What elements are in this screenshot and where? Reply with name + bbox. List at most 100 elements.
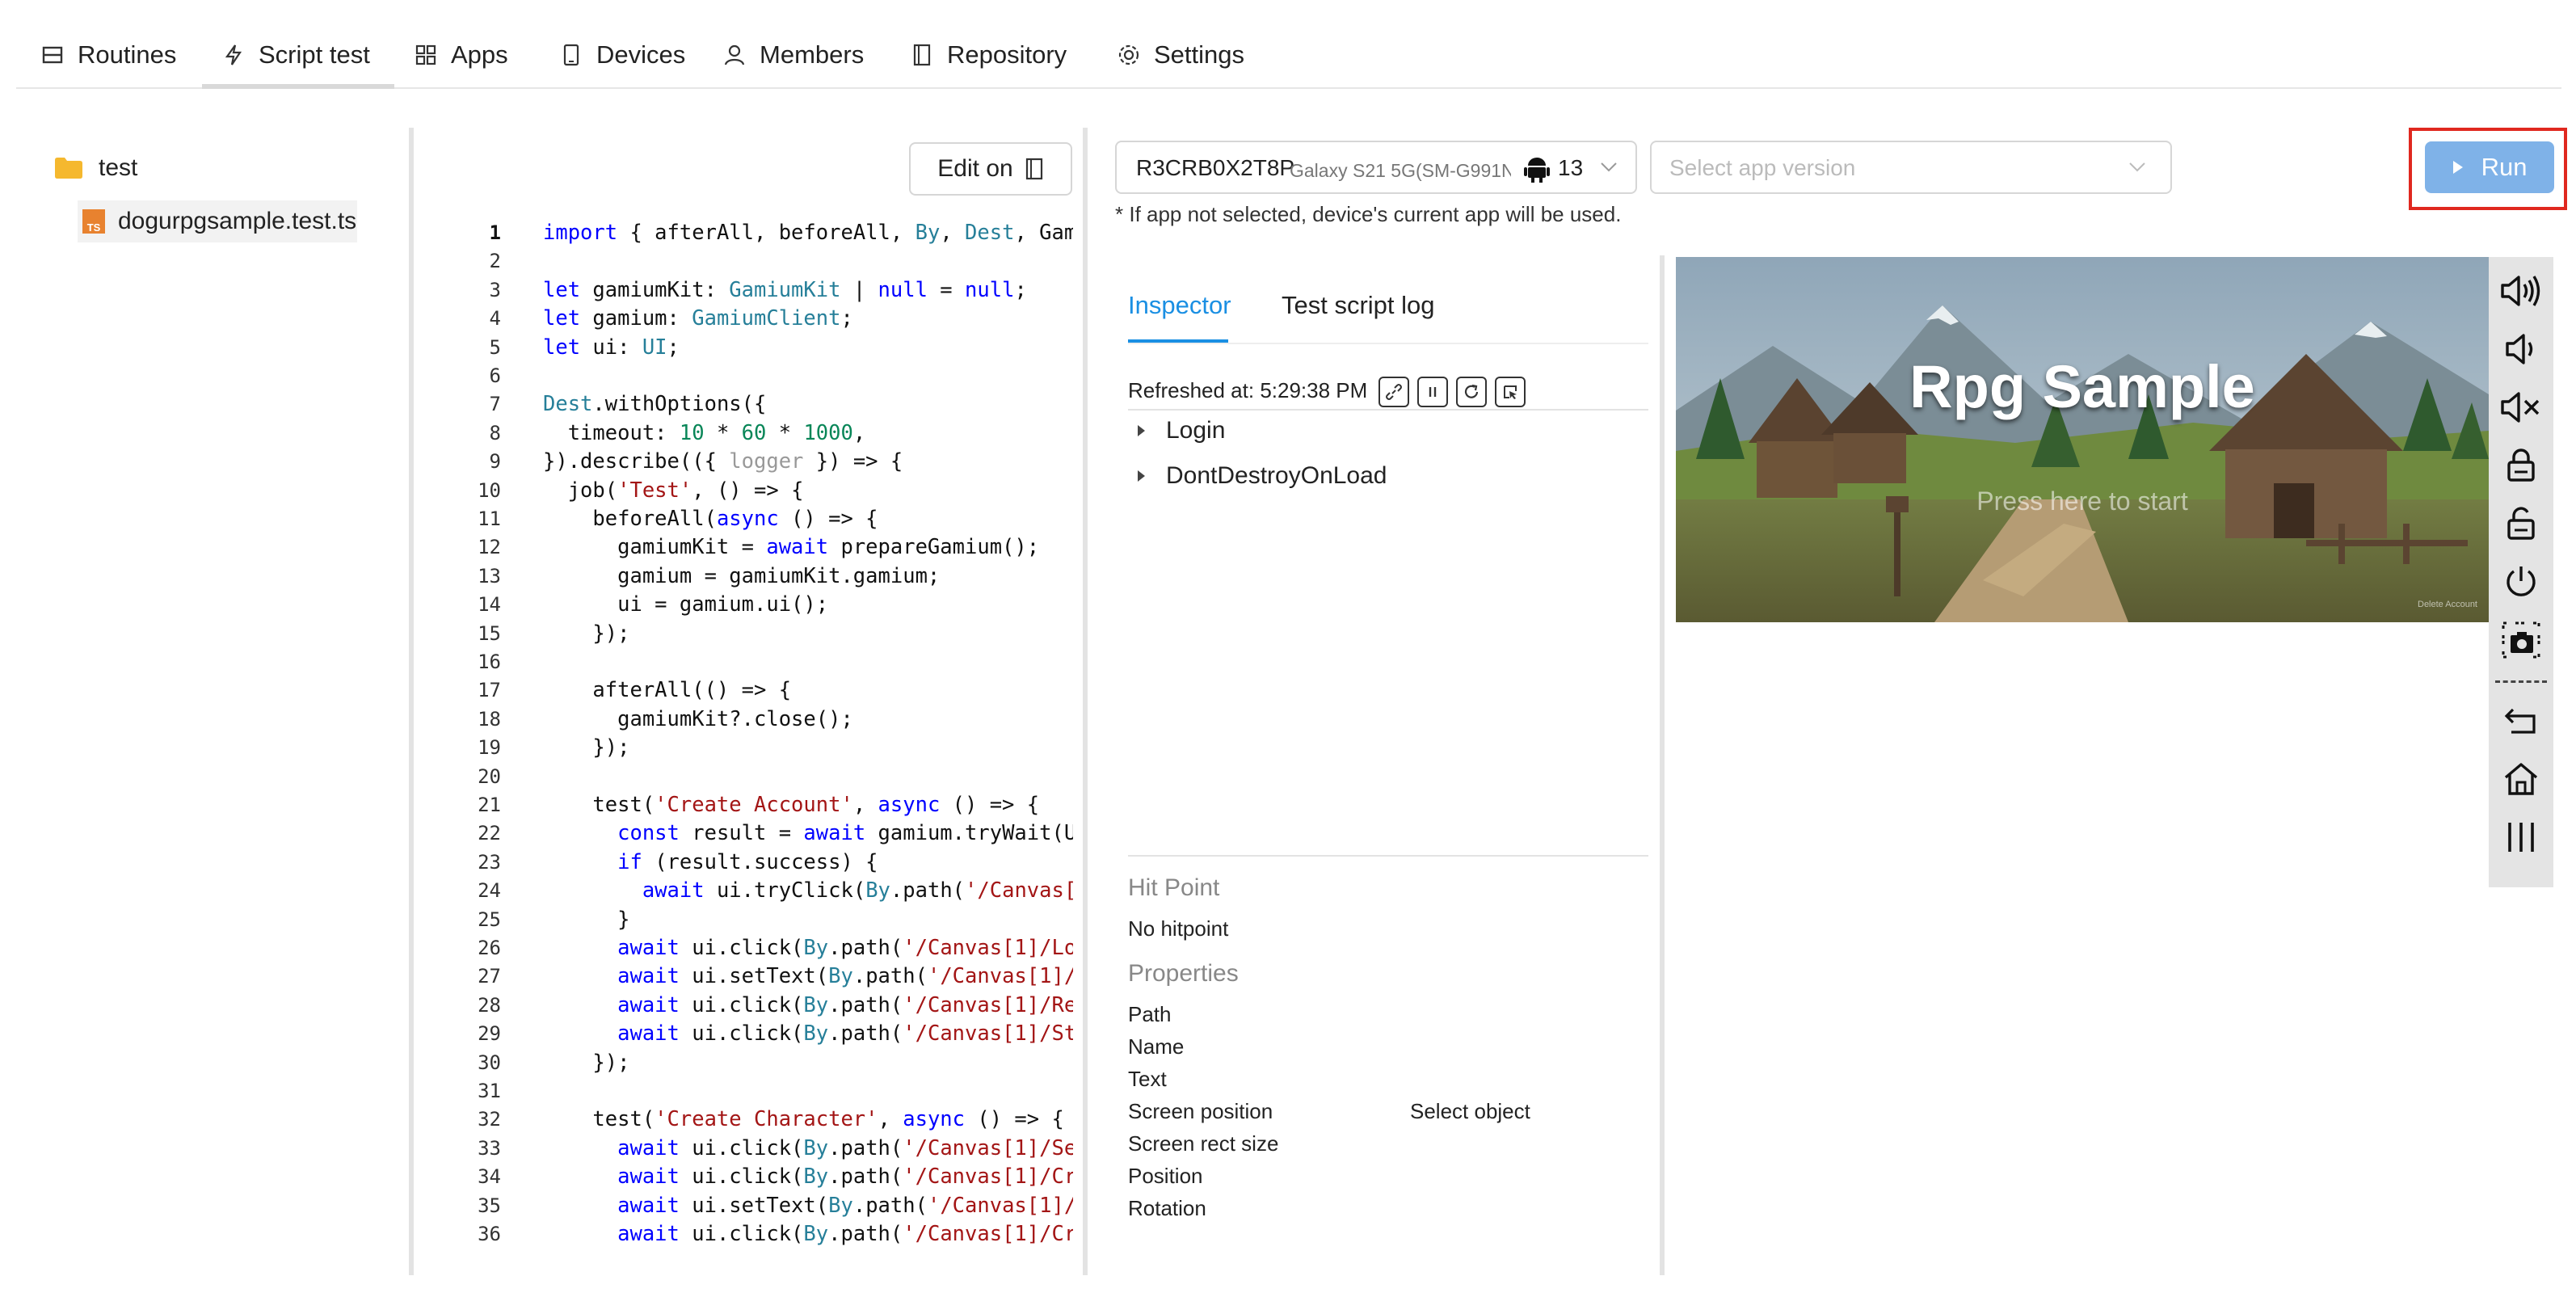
panel-divider[interactable] bbox=[409, 128, 414, 1275]
prop-screen-rect-size: Screen rect size bbox=[1128, 1131, 1279, 1156]
code-line[interactable]: 16 bbox=[420, 647, 1073, 676]
line-number: 5 bbox=[489, 335, 501, 359]
code-line[interactable]: 10 job('Test', () => { bbox=[420, 476, 1073, 505]
code-line[interactable]: 11 beforeAll(async () => { bbox=[420, 504, 1073, 533]
code-line[interactable]: 28 await ui.click(By.path('/Canvas[1]/Re… bbox=[420, 991, 1073, 1020]
select-element-icon[interactable] bbox=[1495, 377, 1526, 407]
line-number: 20 bbox=[478, 764, 501, 788]
device-select[interactable]: R3CRB0X2T8P Galaxy S21 5G(SM-G991N 13 bbox=[1115, 141, 1637, 194]
code-text: await ui.click(By.path('/Canvas[1]/Crea bbox=[617, 1164, 1073, 1190]
code-line[interactable]: 36 await ui.click(By.path('/Canvas[1]/Cr… bbox=[420, 1219, 1073, 1249]
code-line[interactable]: 12 gamiumKit = await prepareGamium(); bbox=[420, 533, 1073, 562]
code-line[interactable]: 30 }); bbox=[420, 1048, 1073, 1077]
code-line[interactable]: 8 timeout: 10 * 60 * 1000, bbox=[420, 419, 1073, 448]
grid-icon bbox=[412, 41, 440, 69]
code-editor[interactable]: 1 import { afterAll, beforeAll, By, Dest,… bbox=[420, 218, 1073, 1261]
code-line[interactable]: 2 bbox=[420, 246, 1073, 276]
code-line[interactable]: 34 await ui.click(By.path('/Canvas[1]/Cr… bbox=[420, 1162, 1073, 1191]
code-line[interactable]: 5 let ui: UI; bbox=[420, 333, 1073, 362]
folder-icon bbox=[55, 158, 82, 179]
mute-icon[interactable] bbox=[2489, 383, 2553, 432]
volume-down-icon[interactable] bbox=[2489, 325, 2553, 373]
code-text: gamiumKit = await prepareGamium(); bbox=[543, 535, 1040, 560]
properties-divider bbox=[1128, 855, 1648, 857]
start-prompt[interactable]: Press here to start bbox=[1676, 486, 2489, 516]
code-line[interactable]: 4 let gamium: GamiumClient; bbox=[420, 304, 1073, 333]
code-line[interactable]: 24 await ui.tryClick(By.path('/Canvas[1] bbox=[420, 876, 1073, 905]
tab-test-script-log[interactable]: Test script log bbox=[1282, 291, 1435, 320]
pause-icon[interactable] bbox=[1417, 377, 1448, 407]
line-number: 25 bbox=[478, 908, 501, 931]
screenshot-icon[interactable] bbox=[2489, 616, 2553, 664]
code-text: let gamium: GamiumClient; bbox=[543, 306, 853, 331]
code-line[interactable]: 29 await ui.click(By.path('/Canvas[1]/St… bbox=[420, 1019, 1073, 1048]
code-line[interactable]: 17 afterAll(() => { bbox=[420, 676, 1073, 705]
tab-routines[interactable]: Routines bbox=[39, 31, 176, 79]
code-line[interactable]: 13 gamium = gamiumKit.gamium; bbox=[420, 562, 1073, 591]
code-line[interactable]: 3 let gamiumKit: GamiumKit | null = null; bbox=[420, 276, 1073, 305]
recent-apps-icon[interactable] bbox=[2489, 813, 2553, 861]
code-line[interactable]: 9}).describe(({ logger }) => { bbox=[420, 447, 1073, 476]
folder-test[interactable]: test bbox=[55, 150, 137, 186]
tab-label: Members bbox=[760, 40, 865, 69]
refresh-icon[interactable] bbox=[1456, 377, 1487, 407]
user-icon bbox=[721, 41, 748, 69]
code-line[interactable]: 27 await ui.setText(By.path('/Canvas[1]/… bbox=[420, 962, 1073, 991]
code-line[interactable]: 25 } bbox=[420, 905, 1073, 934]
unlock-icon[interactable] bbox=[2489, 499, 2553, 548]
code-line[interactable]: 33 await ui.click(By.path('/Canvas[1]/Se… bbox=[420, 1134, 1073, 1163]
code-line[interactable]: 32 test('Create Character', async () => … bbox=[420, 1105, 1073, 1134]
code-line[interactable]: 31 bbox=[420, 1076, 1073, 1106]
tab-inspector[interactable]: Inspector bbox=[1128, 291, 1231, 320]
code-line[interactable]: 18 gamiumKit?.close(); bbox=[420, 705, 1073, 734]
tab-repository[interactable]: Repository bbox=[908, 31, 1067, 79]
home-icon[interactable] bbox=[2489, 755, 2553, 803]
code-line[interactable]: 15 }); bbox=[420, 619, 1073, 648]
device-screen[interactable]: Rpg Sample Press here to start Delete Ac… bbox=[1676, 257, 2489, 622]
tab-settings[interactable]: Settings bbox=[1115, 31, 1244, 79]
code-line[interactable]: 21 test('Create Account', async () => { bbox=[420, 790, 1073, 819]
edit-on-button[interactable]: Edit on bbox=[909, 142, 1072, 196]
code-line[interactable]: 26 await ui.click(By.path('/Canvas[1]/Lo… bbox=[420, 933, 1073, 962]
line-number: 29 bbox=[478, 1022, 501, 1046]
panel-divider[interactable] bbox=[1083, 128, 1088, 1275]
code-text: } bbox=[543, 907, 630, 932]
code-line[interactable]: 19 }); bbox=[420, 733, 1073, 762]
code-text: await ui.setText(By.path('/Canvas[1]/Cr bbox=[617, 1193, 1073, 1218]
file-item[interactable]: TS dogurpgsample.test.ts bbox=[78, 200, 357, 242]
tab-members[interactable]: Members bbox=[721, 31, 864, 79]
code-line[interactable]: 23 if (result.success) { bbox=[420, 848, 1073, 877]
lock-icon[interactable] bbox=[2489, 441, 2553, 490]
code-line[interactable]: 1 import { afterAll, beforeAll, By, Dest,… bbox=[420, 218, 1073, 247]
gear-icon bbox=[1115, 41, 1143, 69]
run-label: Run bbox=[2481, 153, 2528, 181]
tab-apps[interactable]: Apps bbox=[412, 31, 508, 79]
code-line[interactable]: 20 bbox=[420, 762, 1073, 791]
panel-divider[interactable] bbox=[1660, 255, 1665, 1275]
code-line[interactable]: 14 ui = gamium.ui(); bbox=[420, 590, 1073, 619]
code-line[interactable]: 35 await ui.setText(By.path('/Canvas[1]/… bbox=[420, 1191, 1073, 1220]
code-line[interactable]: 22 const result = await gamium.tryWait(U… bbox=[420, 819, 1073, 848]
tree-node-login[interactable]: Login bbox=[1138, 417, 1225, 444]
tree-node-dontdestroyonload[interactable]: DontDestroyOnLoad bbox=[1138, 462, 1387, 490]
code-text: if (result.success) { bbox=[617, 849, 878, 874]
code-text: await ui.click(By.path('/Canvas[1]/Star bbox=[617, 1021, 1073, 1047]
device-controls bbox=[2489, 257, 2553, 887]
tab-script-test[interactable]: Script test bbox=[202, 31, 394, 89]
code-line[interactable]: 6 bbox=[420, 361, 1073, 390]
tab-devices[interactable]: Devices bbox=[558, 31, 685, 79]
run-button[interactable]: Run bbox=[2425, 141, 2554, 193]
power-icon[interactable] bbox=[2489, 558, 2553, 606]
line-number: 18 bbox=[478, 707, 501, 731]
delete-account-link[interactable]: Delete Account bbox=[2418, 600, 2477, 609]
code-line[interactable]: 7 Dest.withOptions({ bbox=[420, 390, 1073, 419]
line-number: 14 bbox=[478, 593, 501, 617]
link-icon[interactable] bbox=[1378, 377, 1409, 407]
volume-up-icon[interactable] bbox=[2489, 267, 2553, 315]
tab-label: Repository bbox=[947, 40, 1067, 69]
back-icon[interactable] bbox=[2489, 697, 2553, 745]
line-number: 7 bbox=[489, 393, 501, 416]
line-number: 3 bbox=[489, 278, 501, 301]
app-version-select[interactable]: Select app version bbox=[1650, 141, 2172, 194]
code-text: }); bbox=[543, 1050, 630, 1075]
